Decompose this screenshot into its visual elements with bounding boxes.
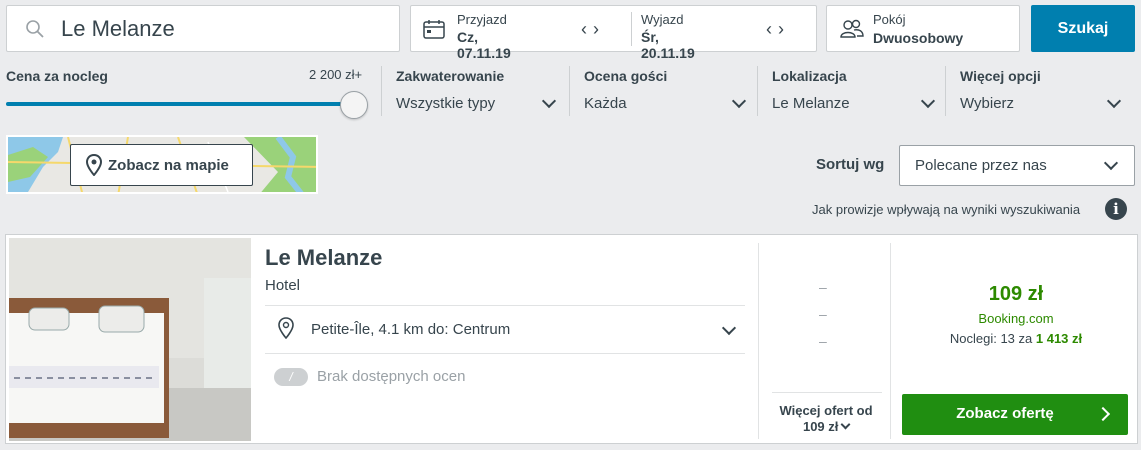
checkin-value: Cz, 07.11.19 — [457, 29, 511, 61]
offer-placeholder-dash: – — [819, 306, 827, 322]
nights-total: Noclegi: 13 za 1 413 zł — [892, 331, 1140, 346]
hotel-result-card: Le Melanze Hotel Petite-Île, 4.1 km do: … — [5, 234, 1138, 444]
offer-placeholder-dash: – — [819, 333, 827, 349]
search-input[interactable]: Le Melanze — [61, 16, 175, 42]
sort-label: Sortuj wg — [816, 156, 885, 173]
room-label: Pokój — [873, 12, 906, 27]
more-offers-price: 109 zł — [802, 419, 839, 434]
room-value: Dwuosobowy — [873, 30, 964, 46]
view-offer-button[interactable]: Zobacz ofertę — [902, 394, 1128, 435]
chevron-down-icon — [1103, 155, 1119, 171]
price-slider-track[interactable] — [6, 102, 351, 106]
search-button[interactable]: Szukaj — [1031, 5, 1135, 52]
filter-divider — [757, 66, 758, 116]
column-divider — [890, 243, 891, 439]
rating-text: Brak dostępnych ocen — [317, 368, 466, 385]
column-divider — [758, 243, 759, 439]
sort-selected-value: Polecane przez nas — [915, 157, 1047, 174]
guest-rating-title: Ocena gości — [584, 68, 668, 84]
filter-divider — [381, 66, 382, 116]
chevron-down-icon — [731, 93, 747, 109]
location-text: Petite-Île, 4.1 km do: Centrum — [311, 321, 511, 338]
chevron-down-icon — [541, 93, 557, 109]
date-divider — [631, 12, 632, 46]
nights-total-price: 1 413 zł — [1035, 331, 1083, 346]
price-max-label: 2 200 zł+ — [309, 67, 363, 82]
search-icon — [26, 20, 44, 38]
view-on-map-label: Zobacz na mapie — [108, 157, 229, 174]
rating-badge: / — [274, 368, 308, 386]
chevron-down-icon — [1106, 93, 1122, 109]
map-pin-icon — [86, 154, 102, 176]
checkout-arrows[interactable]: ‹› — [766, 19, 790, 40]
divider — [265, 353, 745, 354]
nights-prefix: Noclegi: 13 za — [949, 331, 1033, 346]
hotel-type: Hotel — [265, 277, 301, 294]
more-options-title: Więcej opcji — [960, 68, 1041, 84]
location-filter[interactable]: Lokalizacja Le Melanze — [772, 68, 936, 118]
location-value: Le Melanze — [772, 95, 850, 112]
search-field[interactable]: Le Melanze — [6, 5, 400, 52]
accommodation-value: Wszystkie typy — [396, 95, 496, 112]
checkin-arrows[interactable]: ‹› — [581, 19, 605, 40]
date-picker[interactable]: Przyjazd Cz, 07.11.19 ‹› Wyjazd Śr, 20.1… — [410, 5, 817, 61]
price-filter-title: Cena za nocleg — [6, 68, 108, 84]
more-offers-price-row: 109 zł — [768, 419, 884, 435]
price-provider[interactable]: Booking.com — [892, 311, 1140, 326]
room-selector[interactable]: Pokój Dwuosobowy — [826, 5, 1020, 52]
calendar-icon — [423, 20, 445, 39]
location-pin-icon — [278, 317, 294, 339]
view-offer-label: Zobacz ofertę — [956, 405, 1054, 422]
accommodation-title: Zakwaterowanie — [396, 68, 505, 84]
guest-rating-value: Każda — [584, 95, 627, 112]
divider — [772, 392, 882, 393]
sort-select[interactable]: Polecane przez nas — [899, 145, 1135, 186]
price-slider-handle[interactable] — [340, 91, 368, 119]
location-title: Lokalizacja — [772, 68, 847, 84]
info-icon[interactable]: i — [1105, 198, 1127, 220]
checkout-value: Śr, 20.11.19 — [641, 29, 695, 61]
filter-divider — [569, 66, 570, 116]
guest-rating-filter[interactable]: Ocena gości Każda — [584, 68, 748, 118]
next-day-icon[interactable]: › — [593, 19, 605, 39]
more-options-filter[interactable]: Więcej opcji Wybierz — [960, 68, 1130, 118]
guests-icon — [840, 19, 864, 38]
hotel-name-link[interactable]: Le Melanze — [265, 245, 382, 271]
chevron-down-icon — [840, 419, 851, 430]
more-options-value: Wybierz — [960, 95, 1015, 112]
prev-day-icon[interactable]: ‹ — [766, 19, 778, 39]
hotel-photo[interactable] — [9, 238, 251, 441]
prev-day-icon[interactable]: ‹ — [581, 19, 593, 39]
commission-note-link[interactable]: Jak prowizje wpływają na wyniki wyszukiw… — [812, 202, 1080, 217]
view-on-map-button[interactable]: Zobacz na mapie — [70, 144, 253, 186]
more-offers-label: Więcej ofert od — [779, 403, 873, 418]
checkin-label: Przyjazd — [457, 12, 507, 27]
hotel-photo-image — [9, 238, 251, 441]
next-day-icon[interactable]: › — [778, 19, 790, 39]
divider — [265, 305, 745, 306]
filter-divider — [945, 66, 946, 116]
accommodation-filter[interactable]: Zakwaterowanie Wszystkie typy — [396, 68, 560, 118]
offer-placeholder-dash: – — [819, 279, 827, 295]
chevron-down-icon — [920, 93, 936, 109]
checkout-label: Wyjazd — [641, 12, 684, 27]
more-offers-button[interactable]: Więcej ofert od 109 zł — [768, 403, 884, 435]
best-price[interactable]: 109 zł — [892, 283, 1140, 306]
